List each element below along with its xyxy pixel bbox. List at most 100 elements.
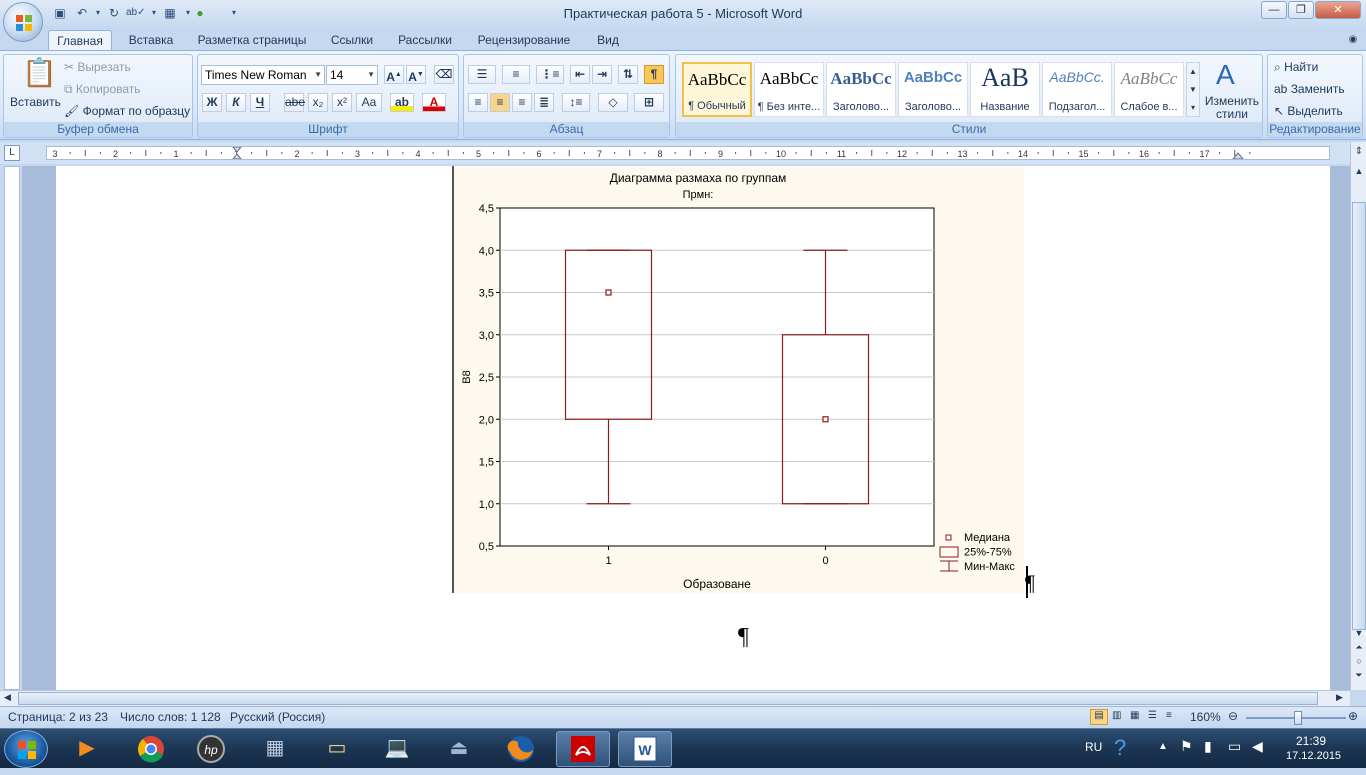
outline-icon[interactable]: ☰ — [1148, 710, 1157, 721]
style-subtle-emphasis[interactable]: AaBbCc Слабое в... — [1114, 62, 1184, 117]
format-painter-button[interactable]: 🖌 Формат по образцу — [64, 104, 190, 118]
zoom-in-icon[interactable]: ⊕ — [1348, 709, 1358, 723]
superscript-button[interactable]: x² — [332, 93, 352, 112]
styles-scroll[interactable]: ▲ ▼ ▾ — [1186, 62, 1200, 117]
bold-button[interactable]: Ж — [202, 93, 222, 112]
style-no-spacing[interactable]: AaBbCc ¶ Без инте... — [754, 62, 824, 117]
action-center-icon[interactable]: ⚑ — [1180, 738, 1193, 755]
vertical-scrollbar[interactable]: ⇕ ▲ ▼ ⏶ ○ ⏷ — [1350, 142, 1366, 690]
calculator-icon[interactable]: ▦ — [248, 731, 302, 767]
align-left-icon[interactable]: ≡ — [468, 93, 488, 112]
network-drive-icon[interactable]: ⏏ — [432, 731, 486, 767]
language-indicator[interactable]: Русский (Россия) — [230, 710, 325, 724]
tab-insert[interactable]: Вставка — [124, 30, 178, 51]
underline-button[interactable]: Ч — [250, 93, 270, 112]
start-button[interactable] — [4, 730, 48, 768]
multilevel-list-icon[interactable]: ⋮≡ — [536, 65, 564, 84]
tab-review[interactable]: Рецензирование — [472, 30, 576, 51]
draft-icon[interactable]: ≡ — [1166, 710, 1172, 721]
scroll-down-icon[interactable]: ▼ — [1352, 628, 1366, 640]
scroll-left-icon[interactable]: ◀ — [4, 692, 11, 703]
show-marks-icon[interactable]: ¶ — [644, 65, 664, 84]
print-layout-icon[interactable]: ▤ — [1090, 709, 1108, 725]
replace-button[interactable]: ab Заменить — [1274, 82, 1345, 96]
align-center-icon[interactable]: ≡ — [490, 93, 510, 112]
paste-button[interactable]: Вставить — [10, 95, 61, 109]
align-right-icon[interactable]: ≡ — [512, 93, 532, 112]
increase-indent-icon[interactable]: ⇥ — [592, 65, 612, 84]
vertical-scroll-thumb[interactable] — [1352, 202, 1366, 630]
keyboard-language[interactable]: RU — [1085, 740, 1102, 754]
pdf-reader-icon[interactable] — [556, 731, 610, 767]
browse-object-icon[interactable]: ○ — [1352, 656, 1366, 668]
font-color-icon[interactable]: A — [422, 93, 446, 112]
help-tray-icon[interactable]: ? — [1114, 735, 1126, 761]
document-page[interactable]: Диаграмма размаха по группам Прмн: 0,5 1,0 1… — [56, 166, 1330, 690]
font-family-select[interactable]: Times New Roman ▼ — [201, 65, 325, 85]
clear-format-button[interactable]: ⌫ — [434, 65, 454, 84]
page-count[interactable]: Страница: 2 из 23 — [8, 710, 108, 724]
vertical-ruler[interactable] — [4, 166, 20, 690]
computer-icon[interactable]: 💻 — [370, 731, 424, 767]
help-icon[interactable]: ◉ — [1344, 30, 1362, 51]
tab-home[interactable]: Главная — [48, 30, 112, 51]
tab-page-layout[interactable]: Разметка страницы — [194, 30, 310, 51]
select-button[interactable]: ↖ Выделить — [1274, 104, 1343, 118]
word-icon[interactable]: W — [618, 731, 672, 767]
copy-button[interactable]: ⧉ Копировать — [64, 82, 141, 97]
paste-icon[interactable]: 📋 — [22, 57, 57, 91]
cut-button[interactable]: ✂ Вырезать — [64, 60, 131, 74]
chrome-icon[interactable] — [124, 731, 178, 767]
italic-button[interactable]: К — [226, 93, 246, 112]
scroll-up-icon[interactable]: ▲ — [1352, 166, 1366, 178]
media-player-icon[interactable]: ▶ — [60, 731, 114, 767]
font-size-select[interactable]: 14 ▼ — [326, 65, 378, 85]
explorer-icon[interactable]: ▭ — [310, 731, 364, 767]
change-styles-icon[interactable]: A — [1216, 59, 1235, 91]
style-subtitle[interactable]: AaBbCc. Подзагол... — [1042, 62, 1112, 117]
tab-view[interactable]: Вид — [592, 30, 624, 51]
scroll-right-icon[interactable]: ▶ — [1336, 692, 1343, 703]
highlight-icon[interactable]: ab — [390, 93, 414, 112]
close-button[interactable]: ✕ — [1315, 1, 1361, 19]
hp-icon[interactable]: hp — [184, 731, 238, 767]
volume-icon[interactable]: ◀ — [1252, 738, 1263, 755]
zoom-slider-thumb[interactable] — [1294, 711, 1302, 725]
style-heading-2[interactable]: AaBbCc Заголово... — [898, 62, 968, 117]
style-heading-1[interactable]: AaBbCc Заголово... — [826, 62, 896, 117]
clock-date[interactable]: 17.12.2015 — [1286, 750, 1341, 762]
grow-font-button[interactable]: A▲ — [384, 65, 404, 84]
decrease-indent-icon[interactable]: ⇤ — [570, 65, 590, 84]
chart-object[interactable]: Диаграмма размаха по группам Прмн: 0,5 1,0 1… — [452, 166, 1024, 593]
word-count[interactable]: Число слов: 1 128 — [120, 710, 221, 724]
change-case-button[interactable]: Aa — [356, 93, 382, 112]
next-page-icon[interactable]: ⏷ — [1352, 670, 1366, 682]
bullets-icon[interactable]: ☰ — [468, 65, 496, 84]
zoom-out-icon[interactable]: ⊖ — [1228, 709, 1238, 723]
style-normal[interactable]: AaBbCc ¶ Обычный — [682, 62, 752, 117]
office-button[interactable] — [3, 2, 43, 42]
shading-icon[interactable]: ◇ — [598, 93, 628, 112]
battery-icon[interactable]: ▭ — [1228, 738, 1241, 755]
numbering-icon[interactable]: ≡ — [502, 65, 530, 84]
restore-button[interactable]: ❐ — [1288, 1, 1314, 19]
horizontal-scrollbar[interactable]: ◀ ▶ — [0, 690, 1350, 706]
tab-mailings[interactable]: Рассылки — [394, 30, 456, 51]
change-styles-button[interactable]: Изменить стили — [1204, 95, 1260, 121]
shrink-font-button[interactable]: A▼ — [406, 65, 426, 84]
zoom-level[interactable]: 160% — [1190, 710, 1221, 724]
firefox-icon[interactable] — [494, 731, 548, 767]
line-spacing-icon[interactable]: ↕≡ — [562, 93, 590, 112]
tab-selector-icon[interactable]: L — [4, 145, 20, 161]
sort-icon[interactable]: ⇅ — [618, 65, 638, 84]
strikethrough-button[interactable]: abe — [284, 93, 305, 112]
horizontal-scroll-thumb[interactable] — [18, 692, 1318, 705]
tab-references[interactable]: Ссылки — [326, 30, 378, 51]
minimize-button[interactable]: — — [1261, 1, 1287, 19]
style-title[interactable]: AaB Название — [970, 62, 1040, 117]
show-hidden-icons[interactable]: ▲ — [1158, 741, 1168, 752]
subscript-button[interactable]: x₂ — [308, 93, 328, 112]
find-button[interactable]: ⌕ Найти — [1274, 60, 1318, 75]
justify-icon[interactable]: ≣ — [534, 93, 554, 112]
borders-icon[interactable]: ⊞ — [634, 93, 664, 112]
